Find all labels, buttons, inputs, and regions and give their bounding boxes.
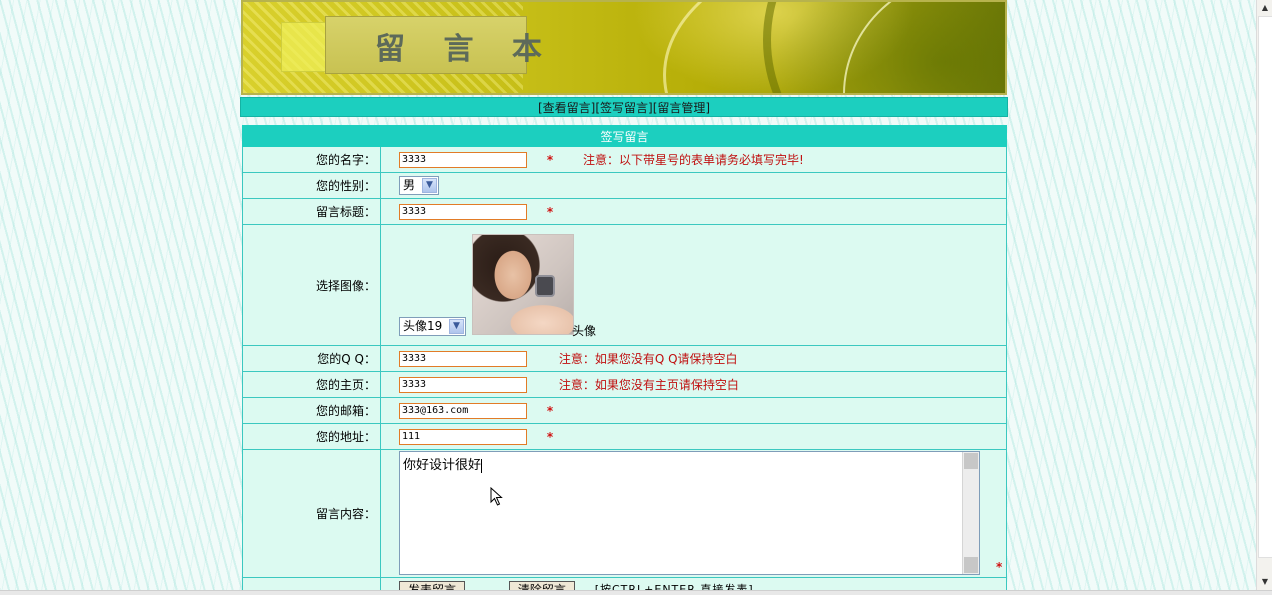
avatar-label: 选择图像：	[242, 224, 381, 346]
chevron-down-icon[interactable]: ▼	[449, 318, 464, 334]
avatar-selected-value: 头像19	[403, 318, 443, 333]
guestbook-page: 留 言 本 [查看留言][签写留言][留言管理] 签写留言 您的名字： 3333…	[240, 0, 1008, 595]
textarea-scrollbar[interactable]	[962, 452, 979, 574]
watch-decor	[535, 274, 555, 297]
text-caret	[481, 458, 483, 473]
required-mark: *	[546, 429, 554, 444]
scroll-up-button[interactable]	[964, 453, 978, 469]
nav-view-messages[interactable]: [查看留言]	[538, 101, 595, 115]
chevron-down-icon[interactable]: ▼	[422, 178, 437, 193]
gender-select[interactable]: 男 ▼	[399, 176, 439, 195]
required-mark: *	[546, 204, 554, 219]
nav-bar: [查看留言][签写留言][留言管理]	[240, 97, 1008, 117]
homepage-label: 您的主页：	[242, 371, 381, 398]
avatar-select[interactable]: 头像19 ▼	[399, 316, 466, 336]
mouse-pointer-icon	[490, 487, 503, 506]
name-label: 您的名字：	[242, 146, 381, 173]
required-mark: *	[546, 403, 554, 418]
required-mark: *	[546, 152, 554, 167]
avatar-preview-image	[472, 233, 574, 335]
email-input[interactable]: 333@163.com	[399, 402, 527, 419]
content-label: 留言内容：	[242, 449, 381, 578]
content-text: 你好设计很好	[403, 458, 482, 473]
window-bottom-edge	[0, 590, 1272, 595]
gender-selected-value: 男	[403, 178, 416, 192]
email-label: 您的邮箱：	[242, 397, 381, 424]
header-banner: 留 言 本	[241, 0, 1007, 95]
page-title: 留 言 本	[375, 32, 556, 67]
homepage-input[interactable]: 3333	[399, 376, 527, 393]
title-label: 留言标题：	[242, 198, 381, 225]
title-input[interactable]: 3333	[399, 203, 527, 220]
qq-note: 注意：如果您没有Q Q请保持空白	[558, 352, 738, 366]
qq-label: 您的Q Q：	[242, 345, 381, 372]
nav-manage-messages[interactable]: [留言管理]	[653, 101, 710, 115]
nav-write-message[interactable]: [签写留言]	[595, 101, 652, 115]
content-textarea[interactable]: 你好设计很好	[399, 451, 980, 575]
form-heading: 签写留言	[242, 125, 1007, 147]
window-scrollbar[interactable]: ▲ ▼	[1256, 0, 1272, 590]
qq-input[interactable]: 3333	[399, 350, 527, 367]
name-input[interactable]: 3333	[399, 151, 527, 168]
scroll-down-button[interactable]	[964, 557, 978, 573]
address-label: 您的地址：	[242, 423, 381, 450]
scroll-thumb[interactable]	[1258, 16, 1272, 558]
required-mark: *	[996, 560, 1003, 574]
avatar-caption: 头像	[572, 323, 597, 338]
address-input[interactable]: 111	[399, 428, 527, 445]
gender-label: 您的性别：	[242, 172, 381, 199]
required-note: 注意：以下带星号的表单请务必填写完毕!	[582, 153, 804, 167]
scroll-up-arrow-icon[interactable]: ▲	[1258, 1, 1272, 15]
message-form: 签写留言 您的名字： 3333 * 注意：以下带星号的表单请务必填写完毕! 您的…	[242, 125, 1007, 595]
scroll-down-arrow-icon[interactable]: ▼	[1258, 575, 1272, 589]
homepage-note: 注意：如果您没有主页请保持空白	[558, 378, 739, 392]
